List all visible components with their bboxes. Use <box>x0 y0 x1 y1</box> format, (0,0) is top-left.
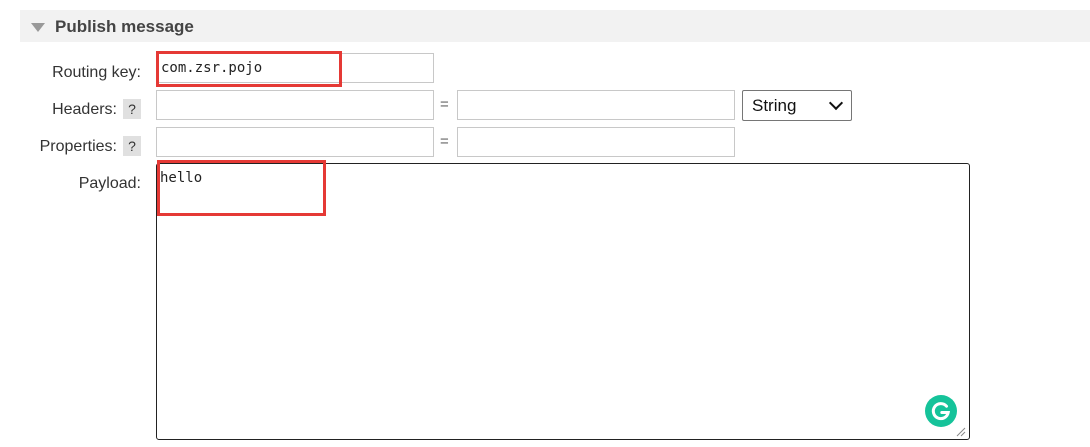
headers-value-input[interactable] <box>457 90 735 120</box>
headers-label: Headers: <box>52 101 117 118</box>
properties-key-input[interactable] <box>156 127 434 157</box>
properties-help-icon[interactable]: ? <box>123 136 141 156</box>
headers-key-input[interactable] <box>156 90 434 120</box>
properties-value-input[interactable] <box>457 127 735 157</box>
grammarly-icon[interactable] <box>925 395 957 427</box>
headers-type-select[interactable]: String <box>742 90 852 121</box>
routing-key-label: Routing key: <box>52 64 141 81</box>
resize-handle-icon[interactable] <box>954 425 966 437</box>
publish-message-section-header[interactable]: Publish message <box>20 10 1090 42</box>
headers-help-icon[interactable]: ? <box>123 99 141 119</box>
headers-equals: = <box>440 96 449 113</box>
payload-label: Payload: <box>78 175 141 192</box>
chevron-down-icon <box>828 95 844 111</box>
section-title: Publish message <box>55 17 194 36</box>
properties-label: Properties: <box>39 138 117 155</box>
collapse-triangle-icon[interactable] <box>31 23 45 32</box>
properties-equals: = <box>440 133 449 150</box>
headers-type-selected: String <box>752 96 797 115</box>
payload-highlight-box <box>157 160 326 216</box>
routing-key-highlight-box <box>156 51 342 87</box>
